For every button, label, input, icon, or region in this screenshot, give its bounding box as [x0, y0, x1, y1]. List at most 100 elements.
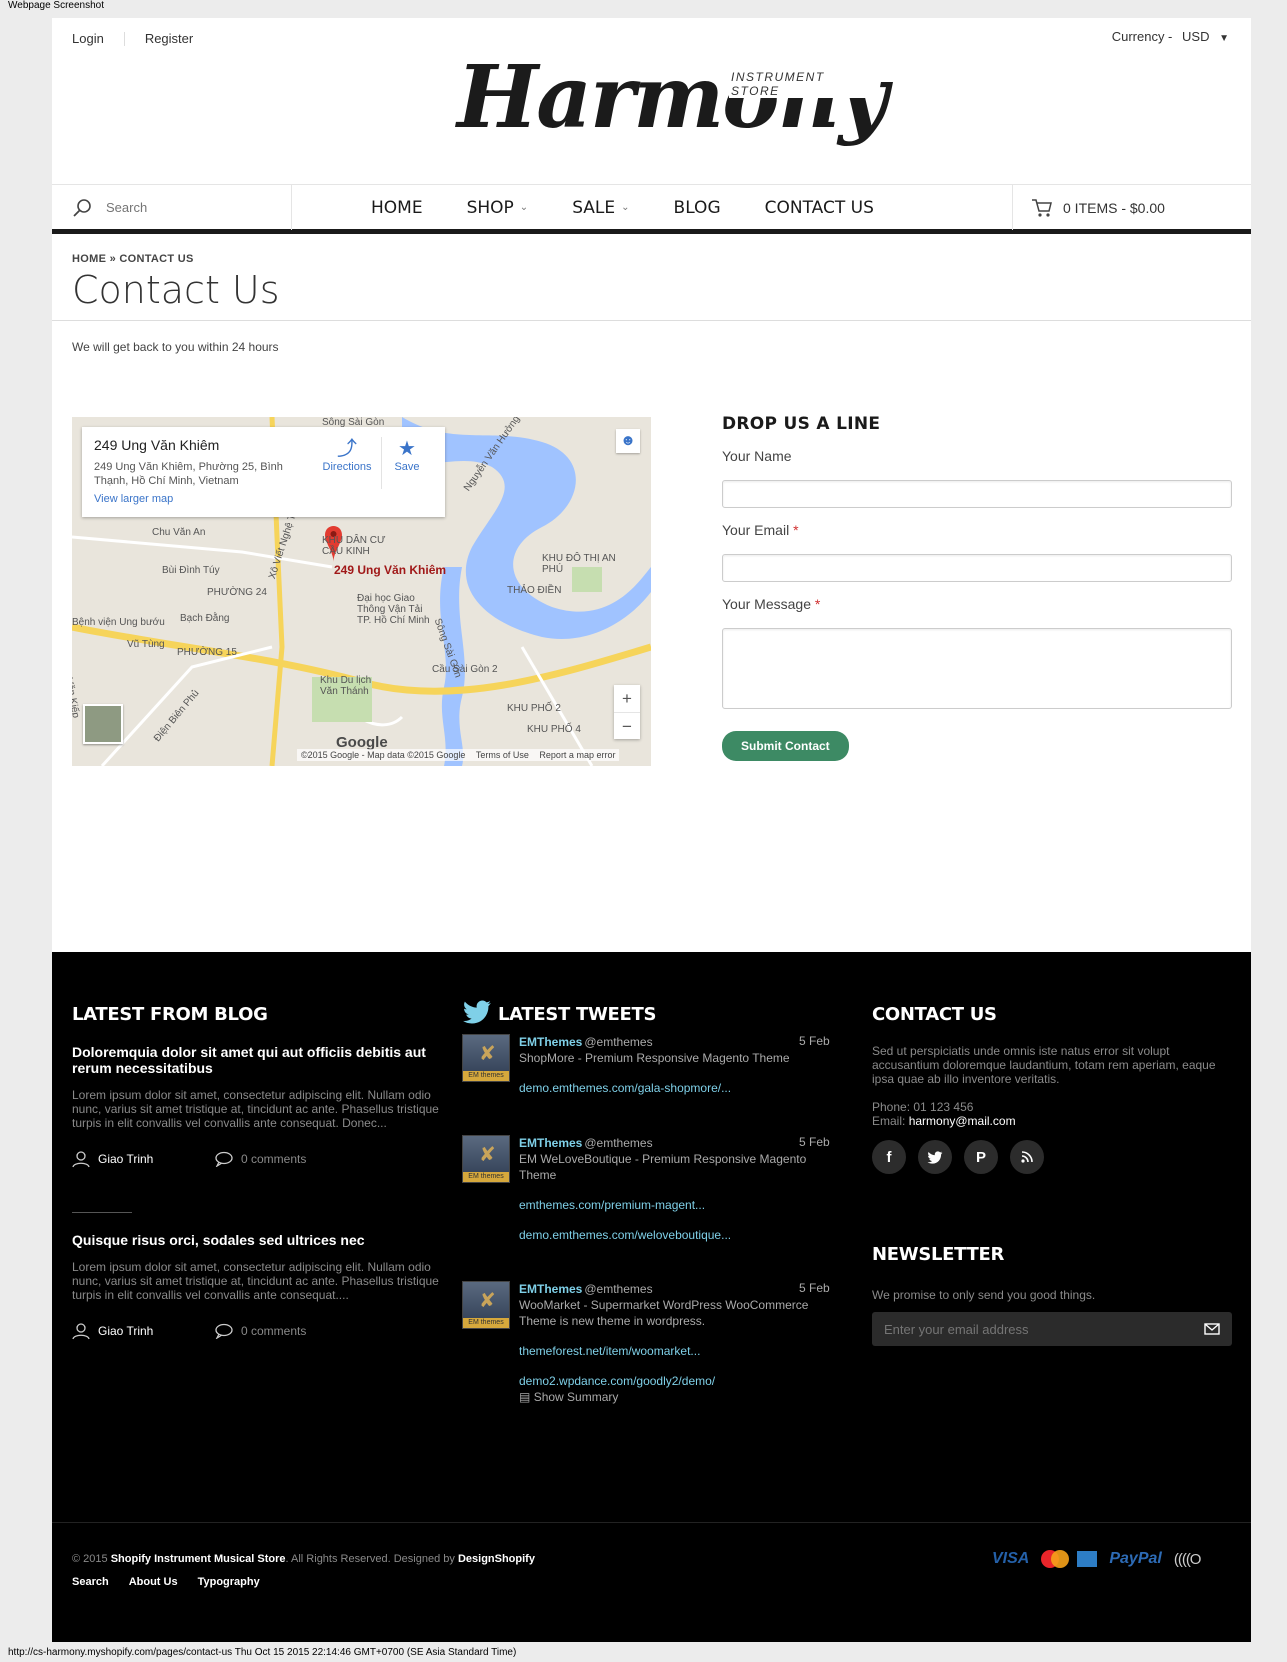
tweet-author[interactable]: EMThemes — [519, 1282, 582, 1296]
nav-item-label: CONTACT US — [764, 197, 874, 218]
nav-item-home[interactable]: HOME — [371, 198, 423, 218]
newsletter-email-input[interactable] — [884, 1321, 1204, 1337]
map-label: Bùi Đình Túy — [162, 565, 220, 576]
nav-item-sale[interactable]: SALE ⌄ — [572, 198, 629, 218]
footer: LATEST FROM BLOG Doloremquia dolor sit a… — [52, 952, 1251, 1642]
divider — [381, 437, 382, 489]
blog-post: Quisque risus orci, sodales sed ultrices… — [72, 1232, 440, 1340]
blog-post-author[interactable]: Giao Trinh — [72, 1150, 215, 1168]
message-field[interactable] — [722, 628, 1232, 709]
payment-methods: VISA PayPal ((((O — [992, 1550, 1201, 1568]
intro-text: We will get back to you within 24 hours — [72, 340, 279, 354]
satellite-toggle[interactable] — [83, 704, 123, 744]
tweet-link[interactable]: demo.emthemes.com/gala-shopmore/... — [519, 1080, 819, 1096]
page: Login Register Currency - USD ▼ Harmony … — [52, 18, 1251, 1642]
map-label: Bệnh viện Ung bướu — [72, 617, 165, 628]
map-label: THẢO ĐIỀN — [507, 585, 562, 596]
report-error-link[interactable]: Report a map error — [539, 750, 615, 760]
social-links: f P — [872, 1140, 1056, 1174]
tweet-author[interactable]: EMThemes — [519, 1035, 582, 1049]
store-link[interactable]: Shopify Instrument Musical Store — [111, 1553, 286, 1565]
terms-link[interactable]: Terms of Use — [476, 750, 529, 760]
tweet: ✘ EM themes EMThemes @emthemes ShopMore - … — [462, 1034, 842, 1134]
user-icon — [72, 1323, 90, 1340]
page-title: Contact Us — [72, 268, 280, 312]
currency-selector[interactable]: Currency - USD ▼ — [1112, 29, 1229, 44]
nav-item-label: HOME — [371, 197, 423, 218]
chevron-down-icon: ⌄ — [519, 202, 529, 213]
search-input[interactable] — [106, 200, 276, 215]
cart-link[interactable]: 0 ITEMS - $0.00 — [1012, 185, 1251, 230]
blog-post-title[interactable]: Quisque risus orci, sodales sed ultrices… — [72, 1232, 440, 1248]
name-field[interactable] — [722, 480, 1232, 508]
view-larger-map-link[interactable]: View larger map — [94, 493, 173, 505]
blog-post-meta: Giao Trinh 0 comments — [72, 1322, 440, 1340]
register-link[interactable]: Register — [145, 31, 193, 46]
footer-link-about[interactable]: About Us — [129, 1576, 178, 1588]
tweet-link[interactable]: emthemes.com/premium-magent... — [519, 1197, 819, 1213]
nav-item-label: BLOG — [673, 197, 721, 218]
contact-email-label: Email: — [872, 1114, 906, 1128]
blog-post-author[interactable]: Giao Trinh — [72, 1322, 215, 1340]
designer-link[interactable]: DesignShopify — [458, 1553, 535, 1565]
footer-link-typography[interactable]: Typography — [198, 1576, 260, 1588]
footer-link-search[interactable]: Search — [72, 1576, 109, 1588]
logo-subtitle: INSTRUMENT STORE — [729, 70, 877, 98]
twitter-icon[interactable] — [918, 1140, 952, 1174]
tweet-link[interactable]: demo2.wpdance.com/goodly2/demo/ — [519, 1373, 819, 1389]
tweet-text: WooMarket - Supermarket WordPress WooCom… — [519, 1298, 809, 1328]
logo[interactable]: Harmony INSTRUMENT STORE — [457, 48, 888, 158]
blog-post-excerpt: Lorem ipsum dolor sit amet, consectetur … — [72, 1088, 439, 1130]
login-link[interactable]: Login — [72, 31, 104, 46]
avatar[interactable]: ✘ EM themes — [462, 1034, 510, 1082]
google-map[interactable]: Sông Sài Gòn Chu Văn An Bùi Đình Túy PHƯ… — [72, 417, 651, 766]
zoom-in-button[interactable]: + — [614, 685, 640, 712]
form-heading: DROP US A LINE — [722, 414, 881, 434]
map-label: Đại học Giao Thông Vận Tải TP. Hồ Chí Mi… — [357, 593, 430, 626]
contact-section-title: CONTACT US — [872, 1004, 997, 1025]
search-icon[interactable] — [72, 198, 92, 218]
avatar[interactable]: ✘ EM themes — [462, 1281, 510, 1329]
tweet-handle: @emthemes — [584, 1282, 653, 1296]
pinterest-icon[interactable]: P — [964, 1140, 998, 1174]
blog-post-title[interactable]: Doloremquia dolor sit amet qui aut offic… — [72, 1044, 440, 1076]
zoom-out-button[interactable]: − — [614, 712, 640, 739]
avatar[interactable]: ✘ EM themes — [462, 1135, 510, 1183]
street-view-pegman-icon[interactable]: ☻ — [616, 429, 640, 453]
nav-item-contact[interactable]: CONTACT US — [765, 198, 874, 218]
newsletter-form — [872, 1312, 1232, 1346]
name-label: Your Name — [722, 448, 1232, 464]
tweet-link[interactable]: themeforest.net/item/woomarket... — [519, 1343, 819, 1359]
map-label: Bạch Đằng — [180, 613, 230, 624]
divider — [72, 1212, 132, 1213]
map-place-title: 249 Ung Văn Khiêm — [94, 437, 220, 453]
save-button[interactable]: ★ Save — [387, 437, 427, 473]
show-summary-link[interactable]: ▤ Show Summary — [519, 1389, 819, 1405]
tweet-handle: @emthemes — [584, 1136, 653, 1150]
directions-button[interactable]: ⤴ Directions — [317, 437, 377, 473]
tweet-link[interactable]: demo.emthemes.com/weloveboutique... — [519, 1227, 819, 1243]
footer-links: Search About Us Typography — [72, 1576, 280, 1588]
account-links: Login Register — [72, 31, 193, 46]
em-logo-icon: ✘ — [479, 1043, 496, 1065]
envelope-icon[interactable] — [1204, 1323, 1220, 1335]
nav-item-shop[interactable]: SHOP ⌄ — [467, 198, 529, 218]
em-logo-icon: ✘ — [479, 1290, 496, 1312]
tweet-author[interactable]: EMThemes — [519, 1136, 582, 1150]
nav-item-blog[interactable]: BLOG — [674, 198, 721, 218]
tweet-handle: @emthemes — [584, 1035, 653, 1049]
submit-contact-button[interactable]: Submit Contact — [722, 731, 849, 761]
show-summary-label: Show Summary — [533, 1390, 619, 1404]
summary-icon: ▤ — [519, 1390, 531, 1404]
contact-email[interactable]: harmony@mail.com — [909, 1114, 1016, 1128]
cart-summary: 0 ITEMS - $0.00 — [1063, 199, 1165, 216]
avatar-badge: EM themes — [463, 1172, 509, 1182]
facebook-icon[interactable]: f — [872, 1140, 906, 1174]
tweet-date: 5 Feb — [799, 1281, 830, 1295]
rss-icon[interactable] — [1010, 1140, 1044, 1174]
breadcrumb-home[interactable]: HOME — [72, 253, 106, 265]
divider — [52, 320, 1251, 321]
email-field[interactable] — [722, 554, 1232, 582]
blog-post-comments[interactable]: 0 comments — [215, 1323, 306, 1339]
blog-post-comments[interactable]: 0 comments — [215, 1151, 306, 1167]
